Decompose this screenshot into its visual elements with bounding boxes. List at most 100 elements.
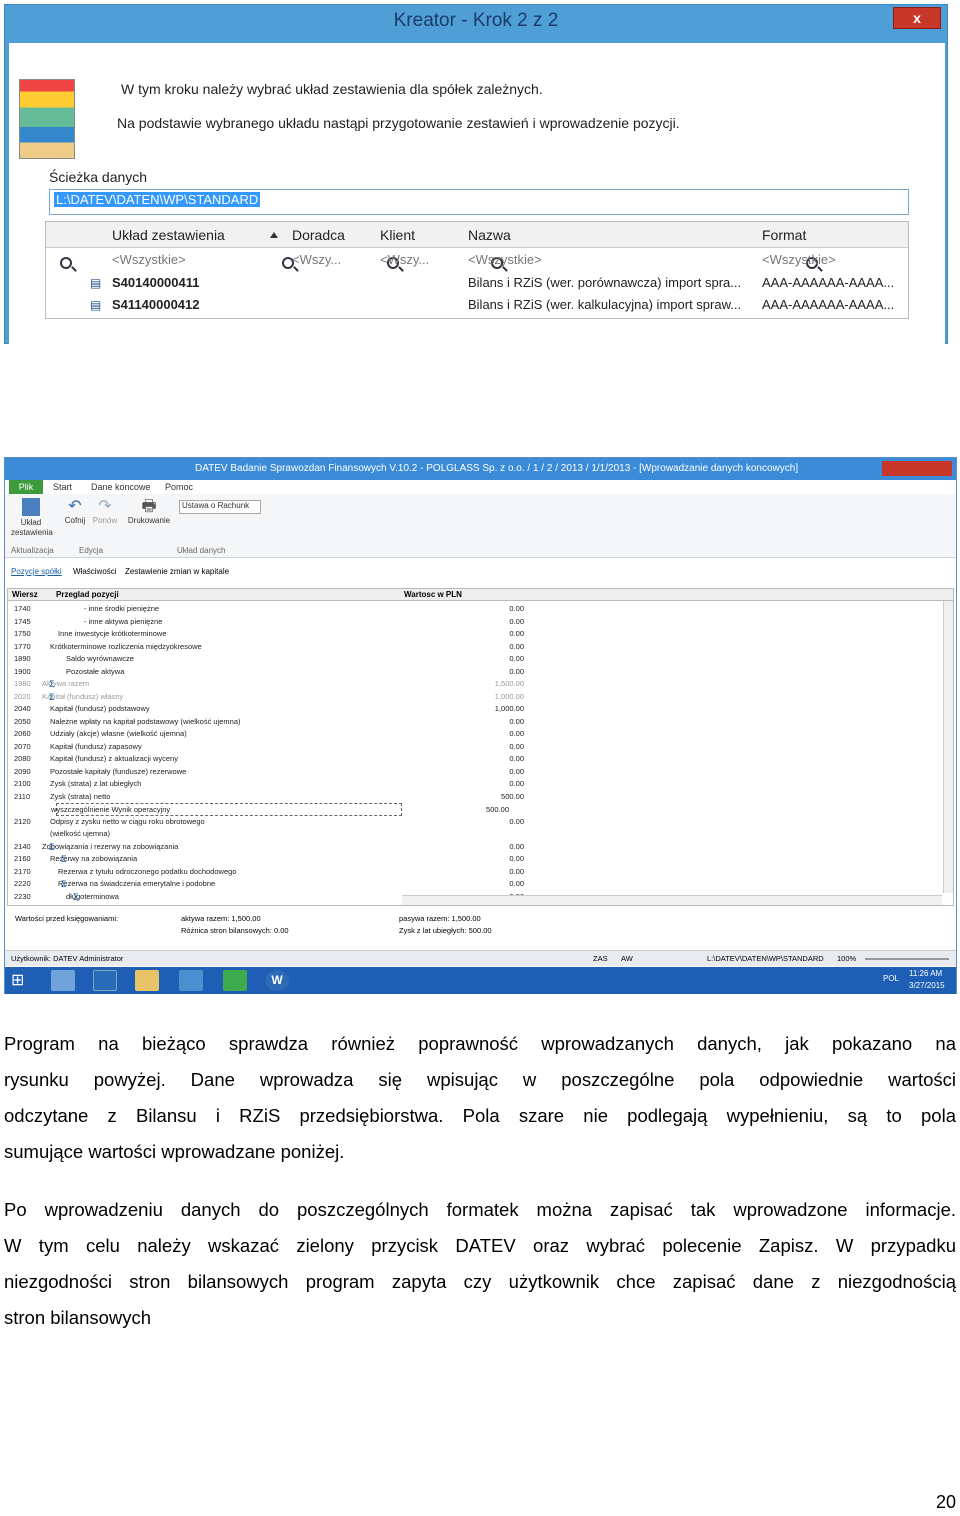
table-cell[interactable]: AAA-AAAAAA-AAAA... [762, 272, 894, 294]
server-manager-icon[interactable] [51, 970, 75, 991]
row-value[interactable]: 0.00 [468, 778, 528, 791]
table-row[interactable]: 2140 Zobowiązania i rezerwy na zobowiązan… [8, 841, 528, 854]
filter-format[interactable]: <Wszystkie> [762, 249, 836, 271]
filter-klient[interactable]: <Wszy... [380, 249, 429, 271]
close-button[interactable]: x [893, 7, 941, 29]
group-edycja: Edycja [79, 546, 104, 555]
table-row[interactable]: 1750 Inne inwestycje krótkoterminowe 0.00 [8, 628, 528, 641]
table-row[interactable]: 2060 Udziały (akcje) własne (wielkość uje… [8, 728, 528, 741]
col-klient[interactable]: Klient [380, 222, 460, 248]
datev-w-icon[interactable]: W [265, 970, 289, 991]
filter-uklad[interactable]: <Wszystkie> [112, 249, 186, 271]
tab-pomoc[interactable]: Pomoc [165, 480, 193, 494]
col-wiersz[interactable]: Wiersz [12, 589, 38, 601]
row-value[interactable]: 0.00 [468, 766, 528, 779]
col-nazwa[interactable]: Nazwa [468, 222, 668, 248]
uklad-button[interactable]: Układ zestawienia [11, 498, 53, 538]
row-value[interactable]: 0.00 [468, 716, 528, 729]
row-value[interactable]: 0.00 [468, 641, 528, 654]
col-wartosc[interactable]: Wartosc w PLN [404, 589, 462, 601]
table-row[interactable]: 2220 Rezerwa na świadczenia emerytalne i … [8, 878, 528, 891]
col-doradca[interactable]: Doradca [292, 222, 372, 248]
row-value[interactable]: 1,000.00 [468, 691, 528, 704]
table-row[interactable]: 1890 Saldo wyrównawcze 0.00 [8, 653, 528, 666]
tools-icon[interactable] [179, 970, 203, 991]
tab-zestawienie[interactable]: Zestawienie zmian w kapitale [125, 564, 229, 580]
table-row[interactable]: 1980 Aktywa razem 1,500.00 Σ [8, 678, 528, 691]
table-row[interactable]: 2070 Kapitał (fundusz) zapasowy 0.00 [8, 741, 528, 754]
table-row[interactable]: 2110 Zysk (strata) netto 500.00 [8, 791, 528, 804]
table-cell[interactable]: Bilans i RZiS (wer. kalkulacyjna) import… [468, 294, 754, 316]
table-row[interactable]: 2020 Kapitał (fundusz) własny 1,000.00 Σ [8, 691, 528, 704]
redo-button[interactable]: ↷ Ponów [91, 498, 119, 526]
table-cell[interactable]: Bilans i RZiS (wer. porównawcza) import … [468, 272, 754, 294]
vertical-scrollbar[interactable] [943, 601, 953, 893]
row-value[interactable]: 500.00 [468, 791, 528, 804]
row-value[interactable]: 0.00 [468, 816, 528, 829]
table-cell[interactable]: AAA-AAAAAA-AAAA... [762, 294, 894, 316]
table-row[interactable]: 1740 - inne środki pieniężne 0.00 [8, 603, 528, 616]
table-row[interactable]: 2050 Należne wpłaty na kapitał podstawowy… [8, 716, 528, 729]
clock-date[interactable]: 3/27/2015 [909, 981, 945, 990]
row-value[interactable]: 0.00 [468, 653, 528, 666]
table-row[interactable]: (wielkość ujemna) [8, 828, 528, 841]
tab-plik[interactable]: Plik [9, 480, 43, 494]
col-uklad[interactable]: Układ zestawienia [112, 222, 282, 248]
status-bar: Użytkownik: DATEV Administrator ZAS AW L… [5, 950, 956, 966]
row-description: Należne wpłaty na kapitał podstawowy (wi… [50, 716, 241, 726]
datev-desktop-icon[interactable] [223, 970, 247, 991]
law-dropdown[interactable]: Ustawa o Rachunk [179, 500, 261, 514]
row-value[interactable]: 0.00 [468, 728, 528, 741]
filter-doradca[interactable]: <Wszy... [292, 249, 341, 271]
table-row[interactable]: 2170 Rezerwa z tytułu odroczonego podatku… [8, 866, 528, 879]
row-value[interactable]: 0.00 [468, 841, 528, 854]
row-value[interactable]: 0.00 [468, 628, 528, 641]
windows-start-icon[interactable]: ⊞ [11, 970, 35, 991]
table-row[interactable]: wyszczególnienie Wynik operacyjny 500.00 [51, 803, 509, 816]
col-format[interactable]: Format [762, 222, 902, 248]
table-row[interactable]: 1900 Pozostałe aktywa 0.00 [8, 666, 528, 679]
row-value[interactable]: 0.00 [468, 741, 528, 754]
zoom-slider[interactable] [865, 958, 949, 960]
table-row[interactable]: 2120 Odpisy z zysku netto w ciągu roku ob… [8, 816, 528, 829]
table-row[interactable]: 2100 Zysk (strata) z lat ubiegłych 0.00 [8, 778, 528, 791]
tab-dane-koncowe[interactable]: Dane koncowe [91, 480, 151, 494]
row-value[interactable]: 0.00 [468, 603, 528, 616]
tab-wlasciwosci[interactable]: Właściwości [73, 564, 117, 580]
table-row[interactable]: S40140000411 [112, 272, 199, 294]
explorer-icon[interactable] [135, 970, 159, 991]
row-value[interactable]: 1,500.00 [468, 678, 528, 691]
path-input[interactable]: L:\DATEV\DATEN\WP\STANDARD [49, 189, 909, 215]
row-value[interactable]: 0.00 [468, 853, 528, 866]
status-path: L:\DATEV\DATEN\WP\STANDARD [707, 954, 824, 963]
undo-button[interactable]: ↶ Cofnij [61, 498, 89, 526]
horizontal-scrollbar[interactable] [402, 895, 942, 905]
window-controls[interactable] [882, 461, 952, 476]
text-line: stron bilansowych [4, 1307, 152, 1328]
table-row[interactable]: 2040 Kapitał (fundusz) podstawowy 1,000.00 [8, 703, 528, 716]
tab-start[interactable]: Start [53, 480, 72, 494]
row-value[interactable]: 1,000.00 [468, 703, 528, 716]
table-row[interactable]: S41140000412 [112, 294, 199, 316]
search-icon[interactable] [60, 256, 72, 269]
table-row[interactable]: 2160 Rezerwy na zobowiązania 0.00 Σ [8, 853, 528, 866]
paragraph-1: Program na bieżąco sprawdza również popr… [4, 1026, 956, 1170]
powershell-icon[interactable] [93, 970, 117, 991]
clock-time[interactable]: 11:26 AM [909, 969, 942, 978]
row-value[interactable]: 0.00 [468, 878, 528, 891]
print-button[interactable]: 🖶 Drukowanie [125, 498, 173, 526]
filter-nazwa[interactable]: <Wszystkie> [468, 249, 542, 271]
table-row[interactable]: 1745 - inne aktywa pieniężne 0.00 [8, 616, 528, 629]
row-value[interactable]: 0.00 [468, 616, 528, 629]
table-row[interactable]: 2090 Pozostałe kapitały (fundusze) rezerw… [8, 766, 528, 779]
table-row[interactable]: 2080 Kapitał (fundusz) z aktualizacji wyc… [8, 753, 528, 766]
row-value[interactable]: 0.00 [468, 666, 528, 679]
tab-pozycje[interactable]: Pozycje spółki [11, 564, 62, 580]
row-value[interactable]: 0.00 [468, 866, 528, 879]
col-przeglad[interactable]: Przeglad pozycji [56, 589, 119, 601]
lang-indicator[interactable]: POL [883, 974, 899, 983]
row-number: 2230 [14, 891, 31, 901]
row-value[interactable]: 0.00 [468, 753, 528, 766]
status-user: Użytkownik: DATEV Administrator [11, 954, 124, 963]
table-row[interactable]: 1770 Krótkoterminowe rozliczenia międzyok… [8, 641, 528, 654]
